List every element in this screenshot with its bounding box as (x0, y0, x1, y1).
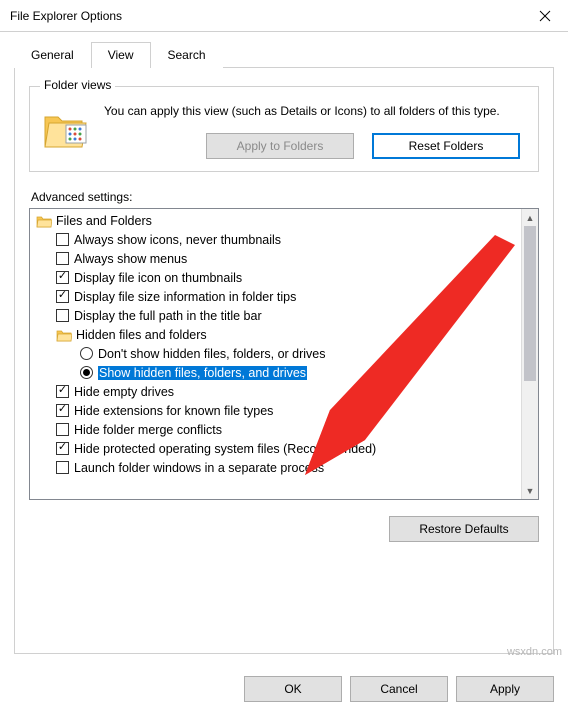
scroll-up-icon[interactable]: ▲ (522, 209, 538, 226)
checkbox-icon[interactable] (56, 423, 69, 436)
scroll-down-icon[interactable]: ▼ (522, 482, 538, 499)
tree-label: Don't show hidden files, folders, or dri… (98, 347, 326, 361)
tree-item[interactable]: Display file icon on thumbnails (30, 268, 521, 287)
tree-label: Hide extensions for known file types (74, 404, 273, 418)
radio-icon[interactable] (80, 347, 93, 360)
reset-folders-button[interactable]: Reset Folders (372, 133, 520, 159)
tree-label: Hide folder merge conflicts (74, 423, 222, 437)
folder-icon (42, 105, 90, 153)
dialog-content: General View Search Folder views (0, 32, 568, 654)
tree-label: Always show menus (74, 252, 187, 266)
checkbox-icon[interactable] (56, 442, 69, 455)
advanced-settings-label: Advanced settings: (31, 190, 539, 204)
window-title: File Explorer Options (10, 9, 122, 23)
dialog-footer: OK Cancel Apply (244, 676, 554, 702)
advanced-settings-tree[interactable]: Files and Folders Always show icons, nev… (29, 208, 539, 500)
tree-label: Display file size information in folder … (74, 290, 296, 304)
ok-button[interactable]: OK (244, 676, 342, 702)
folder-views-legend: Folder views (40, 78, 115, 92)
folder-icon (36, 214, 52, 228)
tree-label: Always show icons, never thumbnails (74, 233, 281, 247)
tree-label: Hidden files and folders (76, 328, 207, 342)
checkbox-icon[interactable] (56, 290, 69, 303)
tree-item[interactable]: Hide empty drives (30, 382, 521, 401)
scrollbar[interactable]: ▲ ▼ (521, 209, 538, 499)
tree-label: Files and Folders (56, 214, 152, 228)
tree-item[interactable]: Always show icons, never thumbnails (30, 230, 521, 249)
watermark: wsxdn.com (507, 646, 562, 658)
tree-item[interactable]: Always show menus (30, 249, 521, 268)
tree-item[interactable]: Launch folder windows in a separate proc… (30, 458, 521, 477)
checkbox-icon[interactable] (56, 271, 69, 284)
tree-item[interactable]: Hide protected operating system files (R… (30, 439, 521, 458)
apply-to-folders-button: Apply to Folders (206, 133, 354, 159)
checkbox-icon[interactable] (56, 461, 69, 474)
tree-group-files-and-folders[interactable]: Files and Folders (30, 211, 521, 230)
radio-icon[interactable] (80, 366, 93, 379)
tree-label: Launch folder windows in a separate proc… (74, 461, 324, 475)
close-button[interactable] (522, 1, 568, 31)
cancel-button[interactable]: Cancel (350, 676, 448, 702)
checkbox-icon[interactable] (56, 233, 69, 246)
tree-label: Show hidden files, folders, and drives (98, 366, 307, 380)
checkbox-icon[interactable] (56, 309, 69, 322)
tree-radio-dont-show-hidden[interactable]: Don't show hidden files, folders, or dri… (30, 344, 521, 363)
tree-label: Display the full path in the title bar (74, 309, 262, 323)
scroll-thumb[interactable] (524, 226, 536, 381)
folder-icon (56, 328, 72, 342)
tree-label: Display file icon on thumbnails (74, 271, 242, 285)
restore-defaults-button[interactable]: Restore Defaults (389, 516, 539, 542)
apply-button[interactable]: Apply (456, 676, 554, 702)
tree-radio-show-hidden[interactable]: Show hidden files, folders, and drives (30, 363, 521, 382)
checkbox-icon[interactable] (56, 385, 69, 398)
tree-label: Hide empty drives (74, 385, 174, 399)
tab-view[interactable]: View (91, 42, 151, 68)
folder-views-group: Folder views You can apply this view (su… (29, 86, 539, 172)
folder-views-text: You can apply this view (such as Details… (104, 103, 526, 119)
checkbox-icon[interactable] (56, 252, 69, 265)
tree-label: Hide protected operating system files (R… (74, 442, 376, 456)
tree-group-hidden-files[interactable]: Hidden files and folders (30, 325, 521, 344)
tabstrip: General View Search (14, 40, 554, 68)
tree-item[interactable]: Hide extensions for known file types (30, 401, 521, 420)
tab-search[interactable]: Search (151, 42, 223, 68)
tree-item[interactable]: Display file size information in folder … (30, 287, 521, 306)
tree-item[interactable]: Hide folder merge conflicts (30, 420, 521, 439)
tab-panel-view: Folder views You can apply this view (su… (14, 68, 554, 654)
checkbox-icon[interactable] (56, 404, 69, 417)
tree-item[interactable]: Display the full path in the title bar (30, 306, 521, 325)
close-icon (539, 10, 551, 22)
tab-general[interactable]: General (14, 42, 91, 68)
titlebar: File Explorer Options (0, 0, 568, 32)
